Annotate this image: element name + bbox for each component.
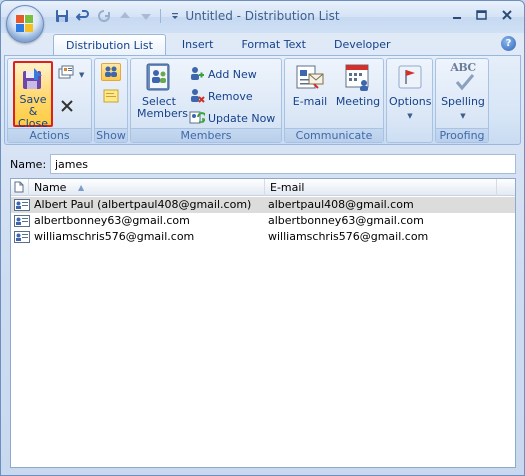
- group-proofing: ABC Spelling ▼ Proofing: [435, 58, 489, 143]
- options-button[interactable]: Options ▼: [389, 62, 431, 122]
- group-communicate: E-mail Meeting Communicate: [284, 58, 384, 143]
- options-chevron-down-icon: ▼: [407, 112, 413, 120]
- name-input[interactable]: [50, 154, 516, 174]
- remove-person-icon: [189, 87, 205, 106]
- column-header-icon[interactable]: [11, 179, 29, 196]
- member-email: albertpaul408@gmail.com: [268, 198, 414, 211]
- distribution-list-window: Untitled - Distribution List Distributio…: [0, 0, 525, 476]
- save-close-icon: [20, 66, 46, 92]
- member-email: williamschris576@gmail.com: [268, 230, 429, 243]
- ribbon: Save & Close ▼ Actions Show Select Membe…: [4, 55, 521, 145]
- email-envelope-icon: [294, 62, 326, 92]
- add-new-button[interactable]: Add New: [189, 65, 257, 84]
- add-person-icon: [189, 65, 205, 84]
- contact-card-icon: [14, 231, 30, 243]
- list-header: Name ▲ E-mail: [11, 179, 515, 196]
- update-now-label: Update Now: [208, 112, 276, 125]
- note-icon: [103, 89, 119, 103]
- member-email: albertbonney63@gmail.com: [268, 214, 424, 227]
- tab-format-text[interactable]: Format Text: [229, 34, 318, 56]
- member-name: williamschris576@gmail.com: [34, 230, 195, 243]
- ribbon-tabs: Distribution List Insert Format Text Dev…: [53, 34, 407, 56]
- flag-options-icon: [394, 62, 426, 92]
- sort-ascending-icon: ▲: [78, 183, 85, 192]
- save-close-label-1: Save &: [19, 93, 47, 118]
- delete-list-dropdown[interactable]: ▼: [58, 65, 84, 84]
- list-row[interactable]: williamschris576@gmail.com williamschris…: [11, 229, 515, 245]
- close-icon[interactable]: [495, 6, 518, 24]
- contact-card-icon: [14, 215, 30, 227]
- group-label-actions: Actions: [8, 128, 91, 142]
- chevron-down-icon: ▼: [79, 70, 85, 79]
- remove-label: Remove: [208, 90, 253, 103]
- group-options: Options ▼: [386, 58, 433, 143]
- options-label: Options: [389, 95, 432, 108]
- group-label-show: Show: [95, 128, 127, 142]
- email-button[interactable]: E-mail: [290, 62, 330, 108]
- contact-card-icon: [14, 199, 30, 211]
- cards-icon: [58, 65, 76, 84]
- spelling-chevron-down-icon: ▼: [460, 112, 466, 120]
- members-view-icon: [105, 66, 117, 77]
- member-name: albertbonney63@gmail.com: [34, 214, 190, 227]
- document-icon: [14, 181, 24, 193]
- update-now-button[interactable]: Update Now: [189, 109, 275, 128]
- tab-insert[interactable]: Insert: [170, 34, 226, 56]
- tab-distribution-list[interactable]: Distribution List: [53, 34, 166, 56]
- minimize-icon[interactable]: [445, 6, 468, 24]
- office-logo-icon: [16, 15, 34, 33]
- group-label-communicate: Communicate: [285, 128, 383, 142]
- tab-developer[interactable]: Developer: [322, 34, 403, 56]
- office-button[interactable]: [6, 5, 44, 43]
- meeting-calendar-icon: [342, 62, 374, 92]
- notes-button[interactable]: [103, 89, 121, 105]
- column-header-email[interactable]: E-mail: [266, 179, 497, 196]
- delete-button[interactable]: [60, 99, 74, 116]
- help-icon[interactable]: ?: [501, 36, 516, 51]
- list-row[interactable]: Albert Paul (albertpaul408@gmail.com) al…: [11, 197, 515, 213]
- list-row[interactable]: albertbonney63@gmail.com albertbonney63@…: [11, 213, 515, 229]
- group-show: Show: [94, 58, 128, 143]
- spelling-label: Spelling: [441, 95, 485, 108]
- email-label: E-mail: [292, 95, 328, 108]
- meeting-button[interactable]: Meeting: [335, 62, 381, 108]
- select-members-label-2: Members: [137, 107, 188, 120]
- column-header-name-label: Name: [34, 181, 67, 194]
- group-label-proofing: Proofing: [436, 128, 488, 142]
- name-label: Name:: [10, 158, 47, 171]
- members-list: Name ▲ E-mail Albert Paul (albertpaul408…: [10, 178, 516, 468]
- maximize-icon[interactable]: [470, 6, 493, 24]
- address-book-icon: [143, 62, 175, 92]
- update-icon: [189, 109, 207, 128]
- add-new-label: Add New: [208, 68, 257, 81]
- spelling-check-icon: ABC: [447, 62, 479, 92]
- group-members: Select Members Add New Remove Update Now…: [130, 58, 282, 143]
- column-header-email-label: E-mail: [270, 181, 305, 194]
- delete-x-icon: [60, 99, 74, 116]
- window-controls: [445, 6, 518, 24]
- group-actions: Save & Close ▼ Actions: [7, 58, 92, 143]
- spelling-button[interactable]: ABC Spelling ▼: [439, 62, 487, 122]
- column-header-name[interactable]: Name ▲: [30, 179, 265, 196]
- title-bar: Untitled - Distribution List: [1, 1, 524, 33]
- save-close-button[interactable]: Save & Close: [13, 61, 53, 130]
- member-name: Albert Paul (albertpaul408@gmail.com): [34, 198, 252, 211]
- meeting-label: Meeting: [335, 95, 381, 108]
- show-members-button[interactable]: [101, 63, 121, 81]
- group-label-members: Members: [131, 128, 281, 142]
- select-members-button[interactable]: Select Members: [137, 62, 188, 120]
- remove-button[interactable]: Remove: [189, 87, 253, 106]
